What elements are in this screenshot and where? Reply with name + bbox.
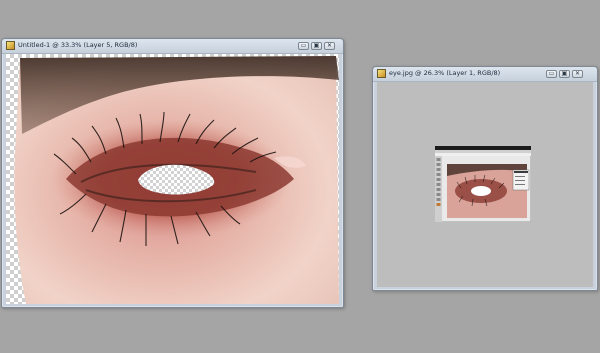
window-title: Untitled-1 @ 33.3% (Layer 5, RGB/8) xyxy=(18,41,138,49)
minimize-button[interactable]: ▭ xyxy=(546,70,557,78)
restore-button[interactable]: ▣ xyxy=(559,70,570,78)
window-title: eye.jpg @ 26.3% (Layer 1, RGB/8) xyxy=(389,69,501,77)
eye-image xyxy=(14,56,339,304)
canvas[interactable] xyxy=(6,54,339,304)
title-bar[interactable]: eye.jpg @ 26.3% (Layer 1, RGB/8) ▭ ▣ ✕ xyxy=(373,67,597,82)
restore-button[interactable]: ▣ xyxy=(311,42,322,50)
document-window-eye[interactable]: eye.jpg @ 26.3% (Layer 1, RGB/8) ▭ ▣ ✕ xyxy=(372,66,598,291)
document-window-untitled[interactable]: Untitled-1 @ 33.3% (Layer 5, RGB/8) ▭ ▣ … xyxy=(1,38,344,308)
close-button[interactable]: ✕ xyxy=(324,42,335,50)
minimize-button[interactable]: ▭ xyxy=(298,42,309,50)
photoshop-icon xyxy=(377,69,386,78)
photoshop-icon xyxy=(6,41,15,50)
title-bar[interactable]: Untitled-1 @ 33.3% (Layer 5, RGB/8) ▭ ▣ … xyxy=(2,39,343,54)
canvas[interactable] xyxy=(377,82,593,287)
close-button[interactable]: ✕ xyxy=(572,70,583,78)
thumbnail-screenshot xyxy=(435,146,531,222)
